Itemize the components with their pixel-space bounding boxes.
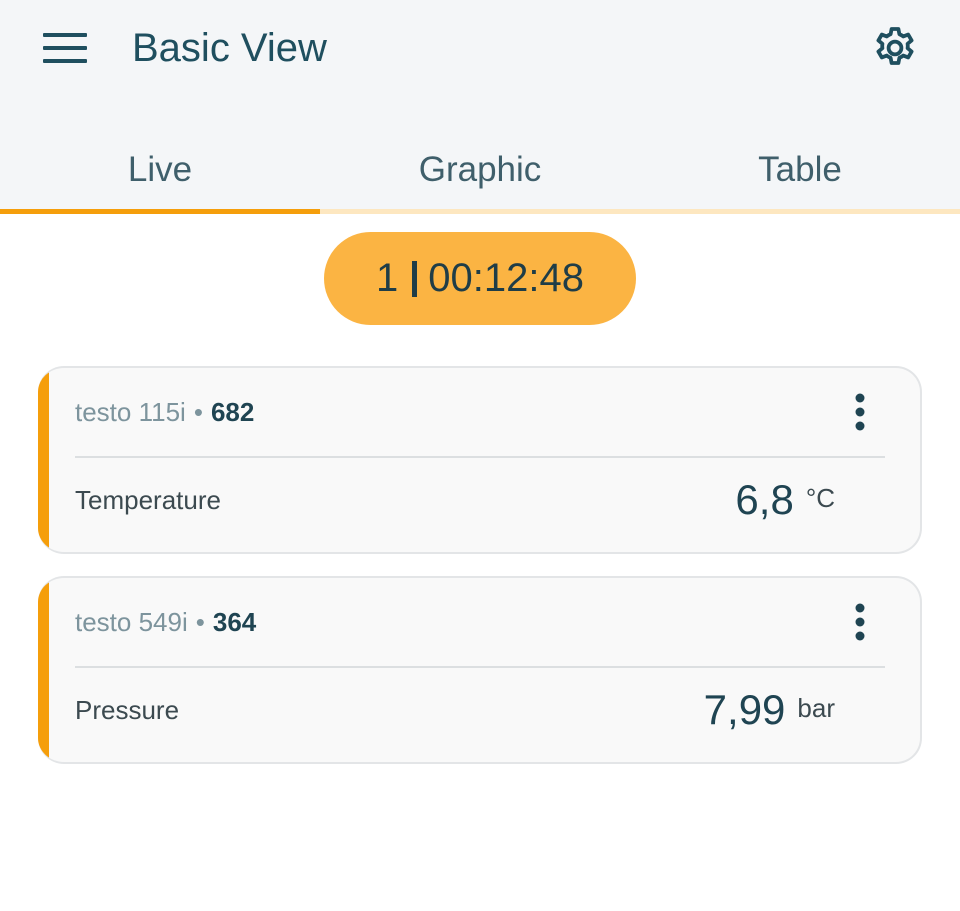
card-divider [75, 666, 885, 668]
device-card[interactable]: testo 115i • 682 Temperature 6,8 °C [38, 366, 922, 554]
tab-indicator-track [0, 209, 960, 214]
measurement-label: Temperature [75, 485, 221, 515]
more-vertical-icon [855, 393, 865, 431]
device-name: testo 115i [75, 396, 186, 427]
measurement-timer-pill[interactable]: 1 00:12:48 [324, 232, 636, 325]
measurement-label: Pressure [75, 695, 180, 725]
device-serial: 364 [212, 606, 257, 637]
card-header: testo 549i • 364 [75, 578, 256, 666]
card-more-button[interactable] [840, 598, 880, 646]
measurement-reading: 7,99 bar [704, 670, 835, 750]
page-title: Basic View [132, 26, 327, 70]
device-separator: • [195, 606, 205, 637]
measurement-unit: °C [805, 482, 835, 513]
timer-separator [412, 260, 418, 297]
tab-live[interactable]: Live [0, 126, 320, 213]
measurement-unit: bar [797, 692, 835, 723]
device-card[interactable]: testo 549i • 364 Pressure 7,99 bar [38, 576, 922, 764]
app-bar: Basic View Live Graphic Table [0, 0, 960, 214]
hamburger-menu-icon [43, 33, 87, 63]
gear-icon [876, 27, 914, 65]
measurement-value: 7,99 [703, 686, 786, 733]
menu-button[interactable] [30, 22, 100, 74]
tab-table[interactable]: Table [640, 126, 960, 213]
card-divider [75, 456, 885, 458]
more-vertical-icon [855, 603, 865, 641]
device-serial: 682 [210, 396, 255, 427]
tab-bar: Live Graphic Table [0, 126, 960, 213]
measurement-count: 1 [376, 256, 399, 300]
device-name: testo 549i [75, 606, 188, 637]
tab-graphic[interactable]: Graphic [320, 126, 640, 213]
card-header: testo 115i • 682 [75, 368, 254, 456]
settings-button[interactable] [862, 20, 928, 76]
measurement-reading: 6,8 °C [735, 460, 835, 540]
measurement-value: 6,8 [735, 476, 794, 523]
elapsed-time: 00:12:48 [428, 256, 584, 300]
card-accent-bar [38, 368, 49, 552]
card-accent-bar [38, 578, 49, 762]
card-more-button[interactable] [840, 388, 880, 436]
active-tab-indicator [0, 209, 320, 214]
device-separator: • [193, 396, 203, 427]
